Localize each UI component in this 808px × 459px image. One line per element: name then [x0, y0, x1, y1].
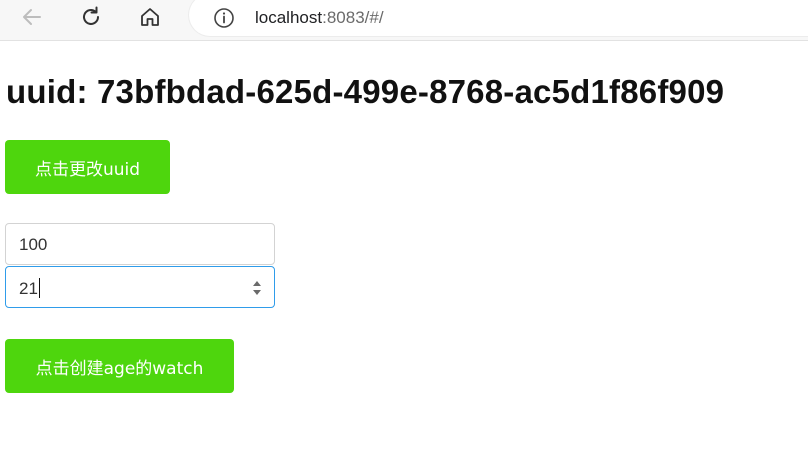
- home-button[interactable]: [130, 0, 170, 34]
- change-uuid-button[interactable]: 点击更改uuid: [5, 140, 170, 194]
- spin-down-icon[interactable]: [253, 290, 261, 295]
- input-value-first: 100: [19, 235, 48, 254]
- home-icon: [141, 8, 159, 26]
- url-path: :8083/#/: [322, 8, 384, 27]
- text-caret: [38, 278, 40, 298]
- address-bar[interactable]: localhost:8083/#/: [189, 0, 808, 36]
- reload-icon: [83, 6, 99, 25]
- url-text[interactable]: localhost:8083/#/: [255, 8, 384, 28]
- spin-up-icon[interactable]: [253, 281, 261, 286]
- number-spinner[interactable]: [252, 278, 262, 298]
- create-age-watch-button[interactable]: 点击创建age的watch: [5, 339, 234, 393]
- page-title: uuid: 73bfbdad-625d-499e-8768-ac5d1f86f9…: [6, 73, 725, 110]
- url-host: localhost: [255, 8, 323, 27]
- input-value-second: 21: [19, 278, 40, 299]
- browser-toolbar: localhost:8083/#/: [0, 0, 808, 41]
- number-input-second[interactable]: 21: [5, 266, 275, 308]
- back-arrow-icon: [23, 9, 41, 25]
- input-text-second: 21: [19, 279, 38, 298]
- back-button[interactable]: [12, 0, 52, 34]
- info-icon[interactable]: [213, 7, 235, 29]
- number-input-first[interactable]: 100: [5, 223, 275, 265]
- reload-button[interactable]: [71, 0, 111, 34]
